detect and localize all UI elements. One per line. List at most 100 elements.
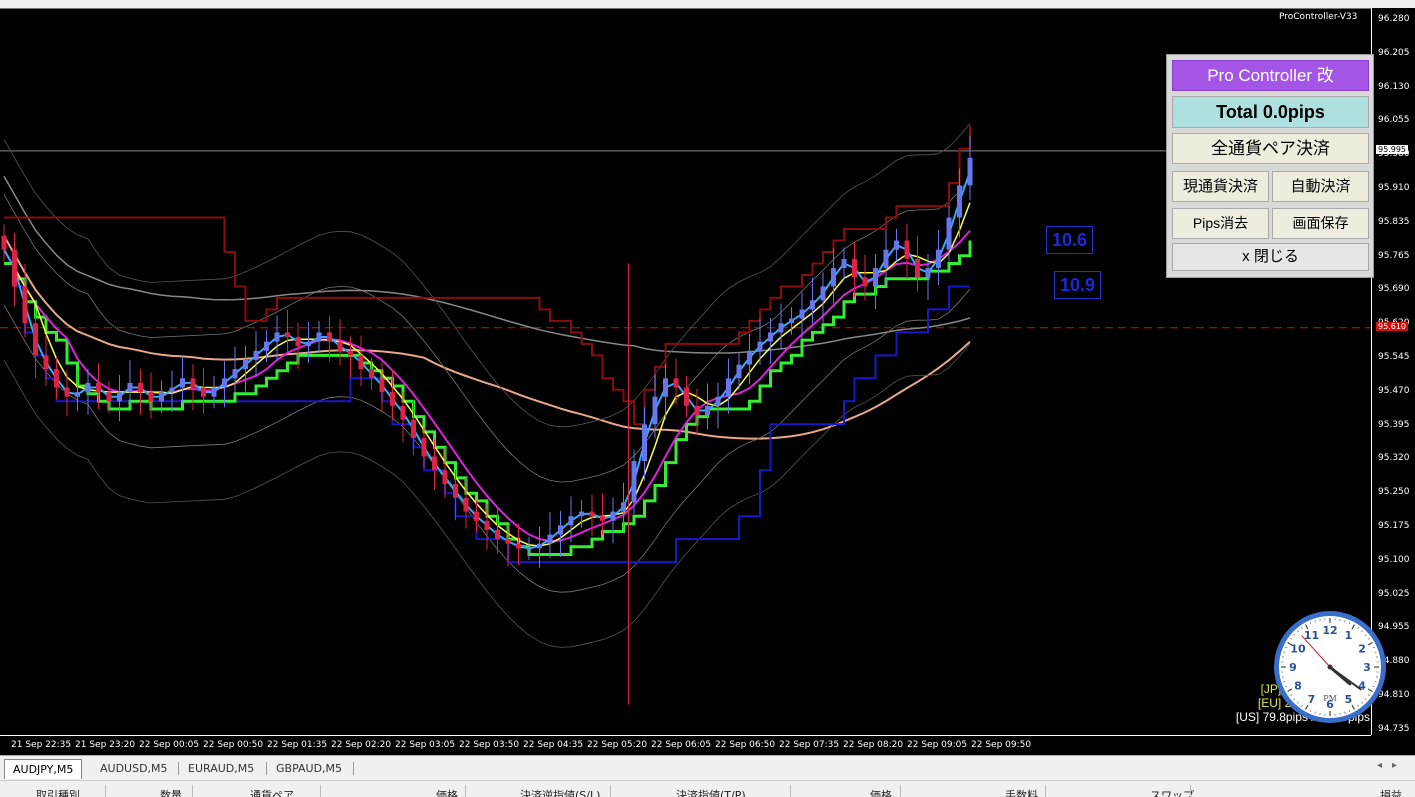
candle-body (663, 378, 668, 396)
ma-magenta-line (4, 231, 970, 541)
value-box-1: 10.6 (1046, 226, 1093, 254)
candle-body (338, 342, 343, 351)
candle-body (180, 378, 185, 387)
time-tick-label: 22 Sep 08:20 (843, 740, 903, 750)
candle-body (642, 424, 647, 461)
close-current-pair-button[interactable]: 現通貨決済 (1172, 171, 1269, 202)
clock-ampm: PM (1323, 694, 1337, 703)
candle-body (548, 535, 553, 544)
candle-body (905, 241, 910, 259)
ma-cyan-line (4, 172, 970, 549)
ma-slow-gray-line (4, 176, 970, 353)
price-tick-label: 95.835 (1378, 217, 1410, 227)
candle-body (75, 392, 80, 397)
candle-body (873, 268, 878, 286)
candle-body (485, 521, 490, 530)
current-price-badge: 95.995 (1376, 145, 1408, 154)
time-tick-label: 22 Sep 07:35 (779, 740, 839, 750)
candle-body (884, 250, 889, 268)
time-tick-label: 22 Sep 01:35 (267, 740, 327, 750)
candle-body (233, 369, 238, 378)
candle-body (348, 351, 353, 356)
candle-body (306, 342, 311, 347)
candle-body (506, 539, 511, 544)
price-tick-label: 95.320 (1378, 453, 1410, 463)
save-screen-button[interactable]: 画面保存 (1272, 208, 1369, 239)
candle-body (810, 300, 815, 309)
candle-body (411, 420, 416, 438)
tab-scroll-arrows[interactable]: ◂▸ (1377, 760, 1407, 771)
channel-high-line (4, 126, 970, 425)
col-sep (1045, 785, 1046, 797)
price-tick-label: 96.130 (1378, 82, 1410, 92)
time-tick-label: 22 Sep 06:05 (651, 740, 711, 750)
auto-close-button[interactable]: 自動決済 (1272, 171, 1369, 202)
time-tick-label: 21 Sep 22:35 (11, 740, 71, 750)
candle-body (947, 218, 952, 250)
candle-body (527, 548, 532, 550)
candle-body (600, 516, 605, 521)
candle-body (443, 470, 448, 484)
candle-body (800, 309, 805, 318)
clock-number: 4 (1358, 680, 1366, 693)
tab-gbpaud[interactable]: GBPAUD,M5 (268, 759, 350, 778)
candle-body (632, 461, 637, 502)
price-tick-label: 95.100 (1378, 555, 1410, 565)
candle-body (380, 378, 385, 392)
time-tick-label: 22 Sep 09:50 (971, 740, 1031, 750)
clock-number: 7 (1308, 693, 1316, 706)
time-tick-label: 22 Sep 03:05 (395, 740, 455, 750)
trade-column-headers: 取引種別 数量 通貨ペア 価格 決済逆指値(S/L) 決済指値(T/P) 価格 … (0, 780, 1415, 797)
price-tick-label: 95.910 (1378, 183, 1410, 193)
price-tick-label: 95.470 (1378, 386, 1410, 396)
clock-number: 10 (1290, 643, 1306, 656)
candle-body (936, 250, 941, 268)
close-panel-button[interactable]: x 閉じる (1172, 243, 1369, 271)
candle-body (821, 286, 826, 300)
price-tick-label: 96.205 (1378, 48, 1410, 58)
candle-body (275, 332, 280, 341)
price-tick-label: 94.735 (1378, 724, 1410, 734)
col-sep (790, 785, 791, 797)
candle-body (23, 286, 28, 323)
candle-body (737, 365, 742, 379)
candle-body (327, 332, 332, 341)
clear-pips-button[interactable]: Pips消去 (1172, 208, 1269, 239)
candle-body (212, 388, 217, 397)
close-all-pairs-button[interactable]: 全通貨ペア決済 (1172, 133, 1369, 164)
time-axis: 21 Sep 22:3521 Sep 23:2022 Sep 00:0522 S… (0, 735, 1371, 756)
price-tick-label: 96.280 (1378, 14, 1410, 24)
candle-body (453, 484, 458, 498)
candle-body (170, 388, 175, 393)
tab-audusd[interactable]: AUDUSD,M5 (92, 759, 176, 778)
candle-body (621, 502, 626, 511)
candle-body (957, 185, 962, 217)
candle-body (65, 388, 70, 397)
candle-body (191, 378, 196, 387)
candle-body (768, 332, 773, 341)
tab-separator (266, 762, 267, 775)
price-tick-label: 95.765 (1378, 251, 1410, 261)
col-sep (105, 785, 106, 797)
candle-body (926, 268, 931, 277)
tab-audjpy[interactable]: AUDJPY,M5 (4, 759, 82, 779)
price-tick-label: 95.175 (1378, 521, 1410, 531)
clock-number: 5 (1345, 693, 1353, 706)
time-tick-label: 22 Sep 03:50 (459, 740, 519, 750)
candle-body (128, 383, 133, 392)
candle-body (831, 268, 836, 286)
candle-body (474, 512, 479, 521)
candle-body (33, 323, 38, 355)
time-tick-label: 22 Sep 00:50 (203, 740, 263, 750)
col-sep (1190, 785, 1191, 797)
candle-body (296, 337, 301, 346)
tab-euraud[interactable]: EURAUD,M5 (180, 759, 262, 778)
col-sep (465, 785, 466, 797)
col-sep (610, 785, 611, 797)
candle-body (464, 498, 469, 512)
candle-body (894, 241, 899, 250)
candle-body (558, 525, 563, 534)
tab-separator (353, 762, 354, 775)
price-tick-label: 96.055 (1378, 115, 1410, 125)
candle-body (390, 392, 395, 406)
